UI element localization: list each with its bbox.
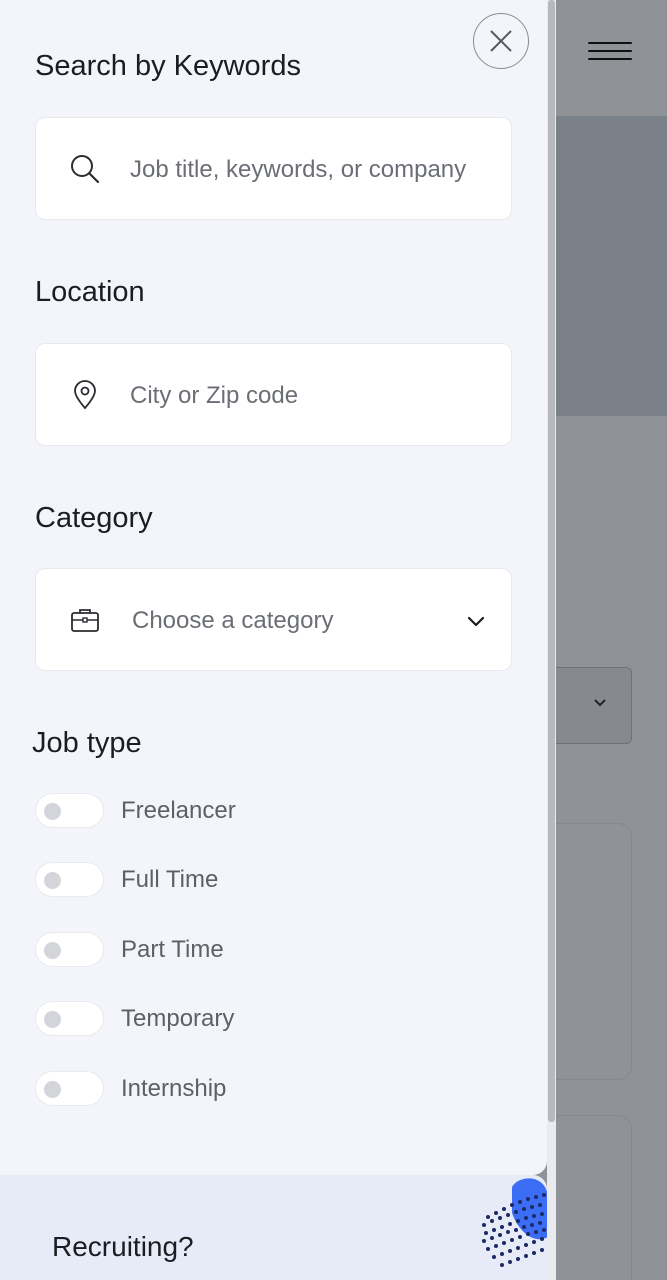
job-type-option-internship[interactable]: Internship bbox=[35, 1071, 455, 1107]
job-type-option-temporary[interactable]: Temporary bbox=[35, 1001, 455, 1037]
toggle-switch[interactable] bbox=[35, 1071, 104, 1106]
map-pin-icon bbox=[68, 378, 102, 412]
toggle-knob bbox=[44, 942, 61, 959]
job-type-label: Full Time bbox=[121, 866, 219, 893]
scrollbar-thumb[interactable] bbox=[548, 0, 555, 1122]
toggle-knob bbox=[44, 1081, 61, 1098]
toggle-knob bbox=[44, 1011, 61, 1028]
job-type-option-full-time[interactable]: Full Time bbox=[35, 862, 455, 898]
toggle-switch[interactable] bbox=[35, 932, 104, 967]
job-type-option-freelancer[interactable]: Freelancer bbox=[35, 793, 455, 829]
close-icon bbox=[490, 30, 512, 52]
toggle-knob bbox=[44, 803, 61, 820]
search-icon bbox=[68, 152, 102, 186]
chevron-down-icon bbox=[594, 699, 606, 707]
location-input[interactable]: City or Zip code bbox=[130, 344, 298, 447]
toggle-switch[interactable] bbox=[35, 793, 104, 828]
job-type-label: Temporary bbox=[121, 1005, 235, 1032]
search-field[interactable]: Job title, keywords, or company bbox=[35, 117, 512, 220]
filter-drawer: Search by Keywords Job title, keywords, … bbox=[0, 0, 547, 1175]
location-field[interactable]: City or Zip code bbox=[35, 343, 512, 446]
toggle-switch[interactable] bbox=[35, 1001, 104, 1036]
location-section-title: Location bbox=[35, 276, 145, 308]
job-type-label: Internship bbox=[121, 1075, 227, 1102]
job-type-label: Freelancer bbox=[121, 797, 236, 824]
job-type-label: Part Time bbox=[121, 936, 224, 963]
briefcase-icon bbox=[68, 603, 102, 637]
job-type-section-title: Job type bbox=[32, 727, 142, 759]
dotted-blob-decoration-icon bbox=[482, 1178, 547, 1267]
category-select-value: Choose a category bbox=[132, 607, 334, 634]
category-section-title: Category bbox=[35, 502, 153, 534]
toggle-switch[interactable] bbox=[35, 862, 104, 897]
hamburger-menu-icon[interactable] bbox=[588, 42, 632, 68]
recruiting-title: Recruiting? bbox=[52, 1231, 194, 1262]
search-input[interactable]: Job title, keywords, or company bbox=[130, 118, 466, 221]
toggle-knob bbox=[44, 872, 61, 889]
search-section-title: Search by Keywords bbox=[35, 50, 301, 82]
recruiting-card: Recruiting? bbox=[0, 1175, 547, 1280]
close-button[interactable] bbox=[473, 13, 529, 69]
chevron-down-icon bbox=[467, 616, 485, 627]
category-select[interactable]: Choose a category bbox=[35, 568, 512, 671]
job-type-option-part-time[interactable]: Part Time bbox=[35, 932, 455, 968]
drawer-scrollbar[interactable] bbox=[547, 0, 556, 1280]
